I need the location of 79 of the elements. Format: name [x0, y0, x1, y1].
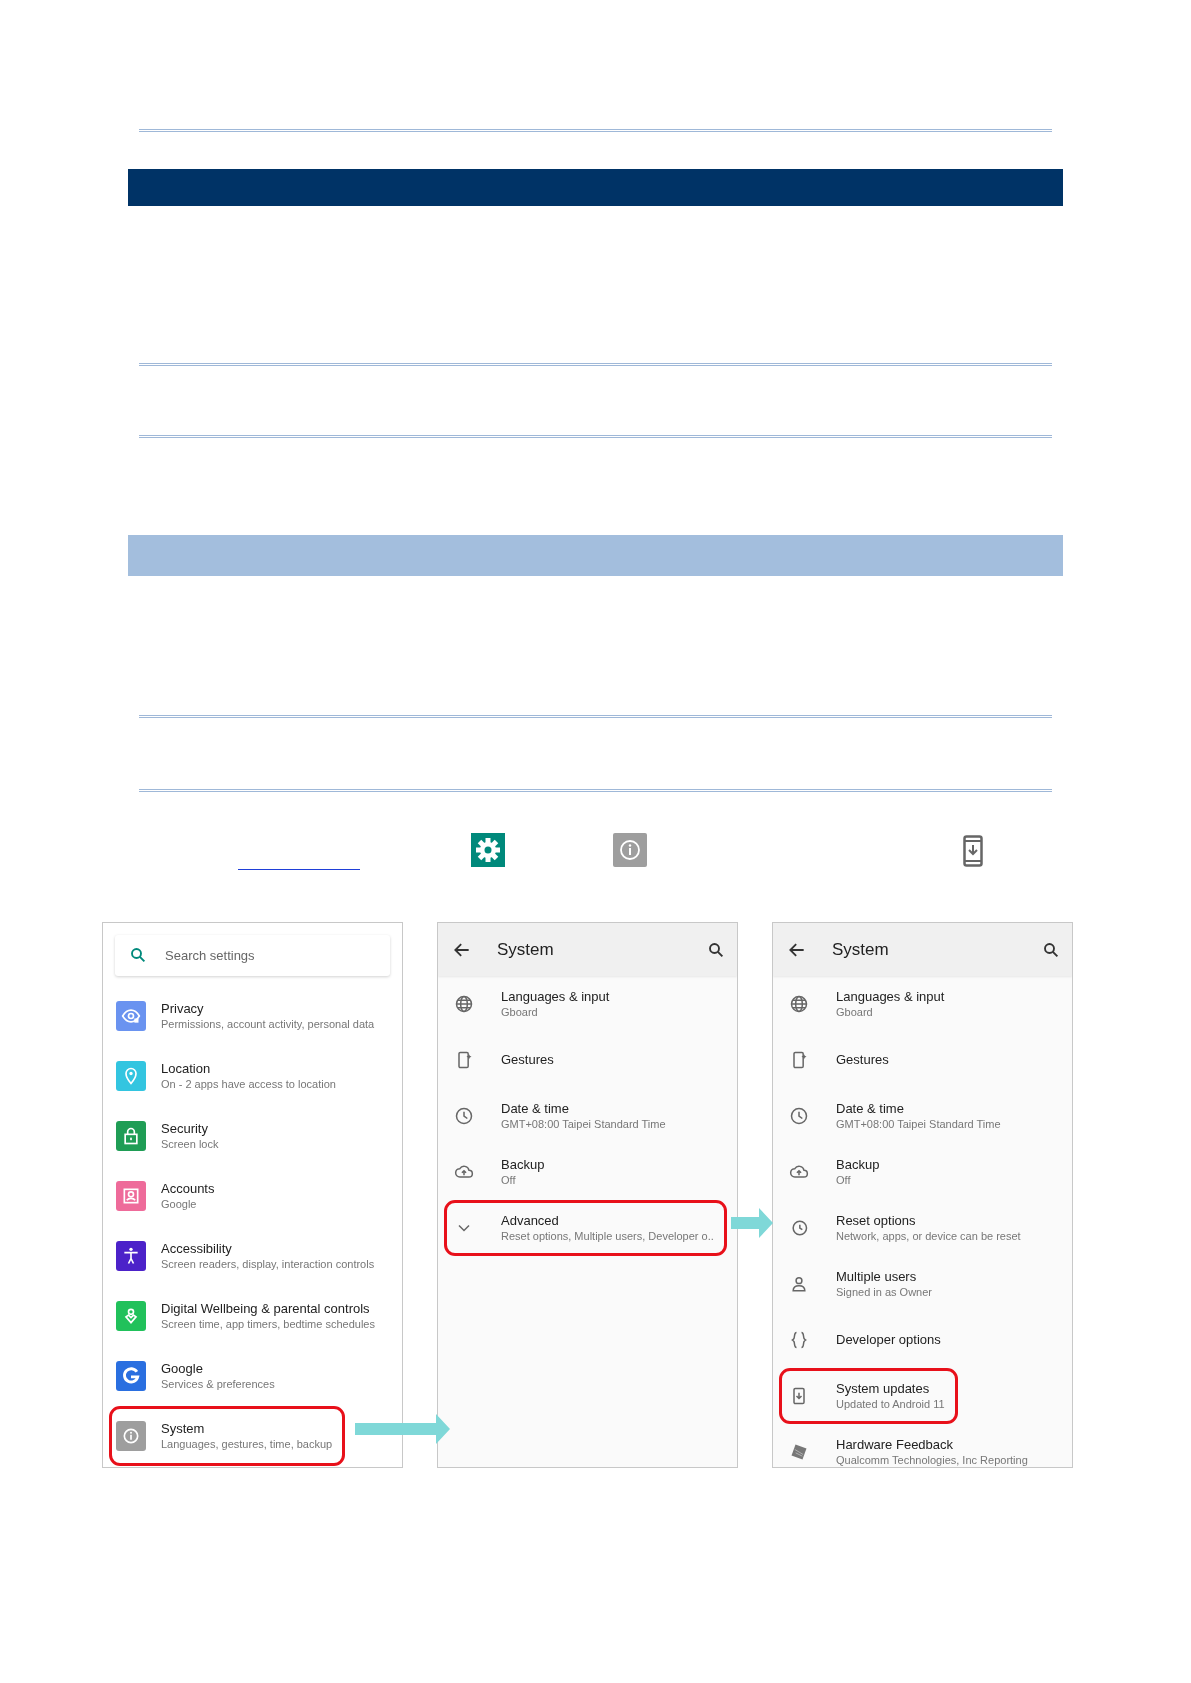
item-title: Digital Wellbeing & parental controls [161, 1300, 371, 1317]
braces-icon [789, 1330, 809, 1350]
settings-item[interactable]: Digital Wellbeing & parental controls Screen time, app timers, bedtime schedules [109, 1286, 388, 1346]
settings-item[interactable]: Security Screen lock [109, 1106, 232, 1166]
flow-arrow [731, 1208, 773, 1238]
item-subtitle: Off [501, 1172, 517, 1188]
item-subtitle: Network, apps, or device can be reset [836, 1228, 1021, 1244]
item-subtitle: Off [836, 1172, 852, 1188]
item-title: Accessibility [161, 1240, 233, 1257]
item-subtitle: Screen time, app timers, bedtime schedules [161, 1316, 375, 1332]
phone-download-icon [963, 835, 983, 867]
item-title: Date & time [501, 1100, 570, 1117]
item-subtitle: Screen readers, display, interaction controls [161, 1256, 375, 1272]
info-icon [613, 833, 647, 867]
item-subtitle: GMT+08:00 Taipei Standard Time [501, 1116, 666, 1132]
settings-item[interactable]: Reset options Network, apps, or device can be reset [779, 1200, 1034, 1256]
item-title: Languages & input [501, 988, 610, 1005]
settings-item[interactable]: Hardware Feedback Qualcomm Technologies, Inc Reporting [779, 1424, 1041, 1467]
settings-item[interactable]: Languages & input Gboard [444, 976, 623, 1032]
item-title: Advanced [501, 1212, 560, 1229]
gear-icon [471, 833, 505, 867]
screen-title: System [497, 938, 555, 961]
settings-item[interactable]: System updates Updated to Android 11 [779, 1368, 958, 1424]
globe-icon [454, 994, 474, 1014]
settings-item[interactable]: Developer options [779, 1312, 954, 1368]
item-title: Backup [836, 1156, 880, 1173]
item-subtitle: Updated to Android 11 [836, 1396, 945, 1412]
item-subtitle: Gboard [836, 1004, 874, 1020]
item-title: Date & time [836, 1100, 905, 1117]
search-field[interactable]: Search settings [115, 935, 390, 976]
clock-icon [789, 1106, 809, 1126]
item-subtitle: Services & preferences [161, 1376, 275, 1392]
item-subtitle: Screen lock [161, 1136, 219, 1152]
item-subtitle: Qualcomm Technologies, Inc Reporting [836, 1452, 1028, 1467]
history-icon [789, 1218, 809, 1238]
item-title: Hardware Feedback [836, 1436, 955, 1453]
settings-item[interactable]: Privacy Permissions, account activity, personal data [109, 986, 388, 1046]
item-subtitle: Gboard [501, 1004, 539, 1020]
item-subtitle: Google [161, 1196, 198, 1212]
search-icon[interactable] [707, 940, 725, 959]
person-icon [789, 1274, 809, 1294]
item-title: Security [161, 1120, 209, 1137]
settings-item[interactable]: Backup Off [444, 1144, 558, 1200]
item-title: Location [161, 1060, 212, 1077]
settings-item[interactable]: Advanced Reset options, Multiple users, Developer o.. [444, 1200, 727, 1256]
item-title: System updates [836, 1380, 931, 1397]
item-title: Gestures [836, 1052, 889, 1068]
item-subtitle: GMT+08:00 Taipei Standard Time [836, 1116, 1001, 1132]
clock-icon [454, 1106, 474, 1126]
item-title: Languages & input [836, 988, 945, 1005]
globe-icon [789, 994, 809, 1014]
settings-item[interactable]: Gestures [444, 1032, 567, 1088]
item-title: Reset options [836, 1212, 917, 1229]
item-subtitle: Permissions, account activity, personal data [161, 1016, 375, 1032]
search-icon[interactable] [1042, 940, 1060, 959]
item-title: Gestures [501, 1052, 554, 1068]
item-title: Google [161, 1360, 204, 1377]
item-title: Accounts [161, 1180, 215, 1197]
settings-item[interactable]: Multiple users Signed in as Owner [779, 1256, 945, 1312]
screen-title: System [832, 938, 890, 961]
settings-item[interactable]: Location On - 2 apps have access to location [109, 1046, 349, 1106]
item-title: Backup [501, 1156, 545, 1173]
item-title: System [161, 1420, 206, 1437]
settings-item[interactable]: Google Services & preferences [109, 1346, 288, 1406]
settings-item[interactable]: Accounts Google [109, 1166, 228, 1226]
settings-item[interactable]: Gestures [779, 1032, 902, 1088]
item-subtitle: Languages, gestures, time, backup [161, 1436, 333, 1452]
item-title: Multiple users [836, 1268, 918, 1285]
item-subtitle: On - 2 apps have access to location [161, 1076, 336, 1092]
item-subtitle: Reset options, Multiple users, Developer o.. [501, 1228, 714, 1244]
settings-item[interactable]: Accessibility Screen readers, display, interaction controls [109, 1226, 388, 1286]
item-subtitle: Signed in as Owner [836, 1284, 932, 1300]
settings-item[interactable]: Date & time GMT+08:00 Taipei Standard Time [779, 1088, 1014, 1144]
item-title: Privacy [161, 1000, 205, 1017]
item-title: Developer options [836, 1332, 941, 1348]
settings-item[interactable]: Date & time GMT+08:00 Taipei Standard Time [444, 1088, 679, 1144]
settings-item[interactable]: Languages & input Gboard [779, 976, 958, 1032]
settings-item[interactable]: Backup Off [779, 1144, 893, 1200]
settings-item[interactable]: System Languages, gestures, time, backup [109, 1406, 346, 1466]
